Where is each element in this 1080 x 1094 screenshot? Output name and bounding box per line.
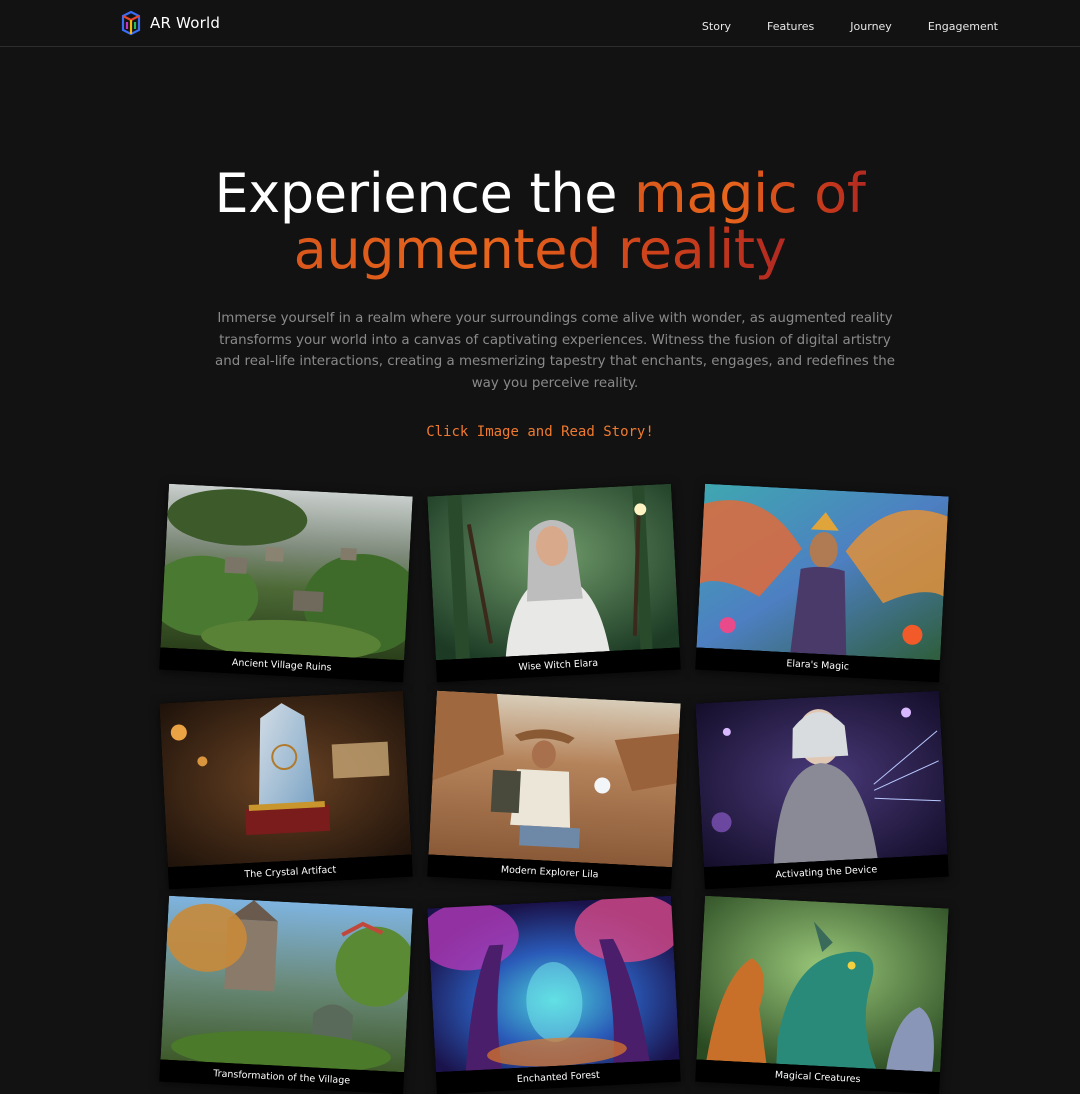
nav-link-engagement[interactable]: Engagement <box>928 20 998 33</box>
gallery-card-enchanted-forest[interactable]: Enchanted Forest <box>427 895 681 1094</box>
magical-creatures-image <box>696 895 949 1073</box>
gallery-card-magical-creatures[interactable]: Magical Creatures <box>695 895 949 1094</box>
nav-link-story[interactable]: Story <box>702 20 731 33</box>
elaras-magic-image <box>696 483 949 661</box>
gallery-card-modern-explorer-lila[interactable]: Modern Explorer Lila <box>427 690 681 890</box>
cta-read-story[interactable]: Click Image and Read Story! <box>0 424 1080 440</box>
gallery-card-activating-the-device[interactable]: Activating the Device <box>695 690 949 890</box>
nav-links: Story Features Journey Engagement <box>702 15 998 34</box>
ancient-village-ruins-image <box>160 483 413 661</box>
modern-explorer-lila-image <box>428 690 681 868</box>
gallery-card-wise-witch-elara[interactable]: Wise Witch Elara <box>427 483 681 683</box>
hero-title-accent-line1: magic of <box>634 162 866 225</box>
gallery-card-the-crystal-artifact[interactable]: The Crystal Artifact <box>159 690 413 890</box>
hero-title-plain: Experience the <box>214 162 635 225</box>
gallery-card-elaras-magic[interactable]: Elara's Magic <box>695 483 949 683</box>
navbar: AR World Story Features Journey Engageme… <box>0 0 1080 47</box>
activating-the-device-image <box>695 690 948 868</box>
brand-link[interactable]: AR World <box>120 10 220 36</box>
cube-logo-icon <box>121 10 141 36</box>
enchanted-forest-image <box>427 895 680 1073</box>
hero-description: Immerse yourself in a realm where your s… <box>215 311 895 391</box>
nav-link-features[interactable]: Features <box>767 20 814 33</box>
gallery-card-transformation-of-the-village[interactable]: Transformation of the Village <box>159 895 413 1094</box>
hero-title: Experience the magic of augmented realit… <box>0 166 1080 278</box>
wise-witch-elara-image <box>427 483 680 661</box>
the-crystal-artifact-image <box>159 690 412 868</box>
nav-link-journey[interactable]: Journey <box>850 20 892 33</box>
brand-name: AR World <box>150 14 221 32</box>
gallery-card-ancient-village-ruins[interactable]: Ancient Village Ruins <box>159 483 413 683</box>
hero-title-accent-line2: augmented reality <box>293 218 787 281</box>
transformation-of-the-village-image <box>160 895 413 1073</box>
